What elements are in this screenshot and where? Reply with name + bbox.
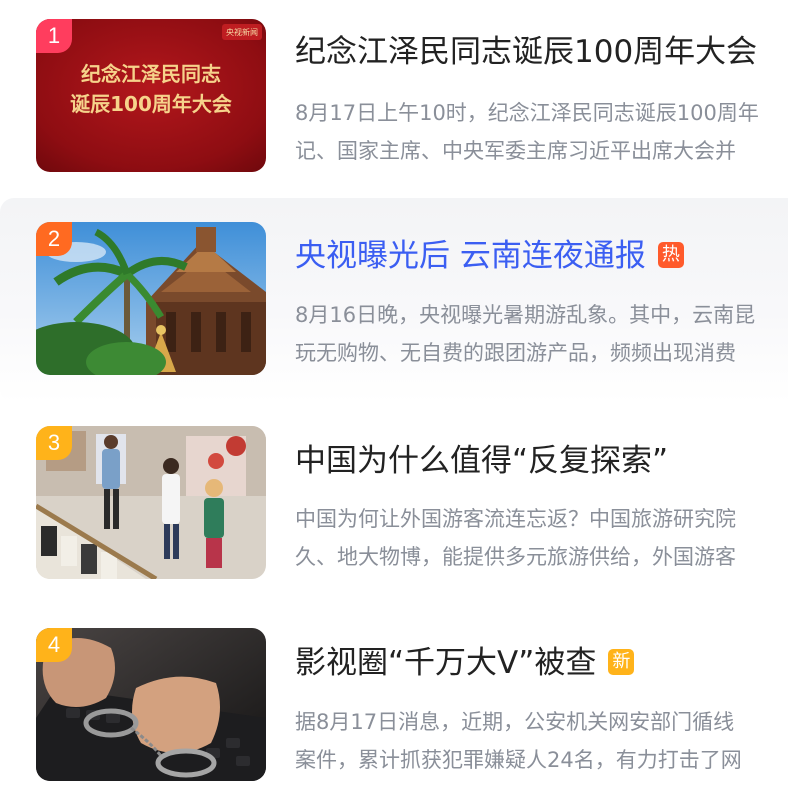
news-item[interactable]: 3 中国为什么值得“反复探索” 中国为何让外国游客流连忘返？中国旅游研究院 久、… — [0, 403, 788, 603]
news-title-text[interactable]: 央视曝光后 云南连夜通报 — [295, 238, 646, 274]
news-title-text[interactable]: 中国为什么值得“反复探索” — [295, 443, 668, 479]
hot-news-list: 央视新闻 纪念江泽民同志 诞辰100周年大会 1 纪念江泽民同志诞辰100周年大… — [0, 0, 788, 801]
news-summary-line: 中国为何让外国游客流连忘返？中国旅游研究院 — [295, 507, 736, 531]
channel-logo: 央视新闻 — [226, 27, 258, 37]
news-summary-line: 8月17日上午10时，纪念江泽民同志诞辰100周年 — [295, 101, 759, 125]
thumbnail-caption-line2: 诞辰100周年大会 — [70, 92, 232, 116]
thumbnail-caption-line1: 纪念江泽民同志 — [81, 62, 221, 86]
new-tag-icon: 新 — [608, 649, 635, 675]
news-summary-line: 据8月17日消息，近期，公安机关网安部门循线 — [295, 710, 735, 734]
rank-badge: 4 — [36, 628, 72, 662]
rank-badge: 3 — [36, 426, 72, 460]
rank-badge: 2 — [36, 222, 72, 256]
news-summary: 据8月17日消息，近期，公安机关网安部门循线 案件，累计抓获犯罪嫌疑人24名，有… — [295, 703, 788, 779]
hot-tag-icon: 热 — [657, 242, 684, 268]
news-summary-line: 8月16日晚，央视曝光暑期游乱象。其中，云南昆 — [295, 303, 756, 327]
news-summary-line: 案件，累计抓获犯罪嫌疑人24名，有力打击了网 — [295, 748, 742, 772]
rank-badge: 1 — [36, 19, 72, 53]
news-summary: 中国为何让外国游客流连忘返？中国旅游研究院 久、地大物博，能提供多元旅游供给，外… — [295, 500, 788, 576]
news-summary-line: 久、地大物博，能提供多元旅游供给，外国游客 — [295, 545, 736, 569]
news-title[interactable]: 央视曝光后 云南连夜通报热 — [295, 236, 684, 276]
news-item[interactable]: 2 央视曝光后 云南连夜通报热 8月16日晚，央视曝光暑期游乱象。其中，云南昆 … — [0, 198, 788, 403]
news-item[interactable]: 4 影视圈“千万大V”被查新 据8月17日消息，近期，公安机关网安部门循线 案件… — [0, 606, 788, 801]
news-title[interactable]: 中国为什么值得“反复探索” — [295, 441, 668, 481]
news-title[interactable]: 纪念江泽民同志诞辰100周年大会 — [295, 32, 757, 72]
news-summary-line: 记、国家主席、中央军委主席习近平出席大会并 — [295, 139, 736, 163]
news-summary: 8月16日晚，央视曝光暑期游乱象。其中，云南昆 玩无购物、无自费的跟团游产品，频… — [295, 296, 788, 372]
news-summary-line: 玩无购物、无自费的跟团游产品，频频出现消费 — [295, 341, 736, 365]
news-title-text[interactable]: 影视圈“千万大V”被查 — [295, 645, 596, 681]
news-summary: 8月17日上午10时，纪念江泽民同志诞辰100周年 记、国家主席、中央军委主席习… — [295, 94, 788, 170]
news-title-text[interactable]: 纪念江泽民同志诞辰100周年大会 — [295, 34, 757, 70]
news-title[interactable]: 影视圈“千万大V”被查新 — [295, 643, 635, 683]
news-item[interactable]: 央视新闻 纪念江泽民同志 诞辰100周年大会 1 纪念江泽民同志诞辰100周年大… — [0, 0, 788, 200]
